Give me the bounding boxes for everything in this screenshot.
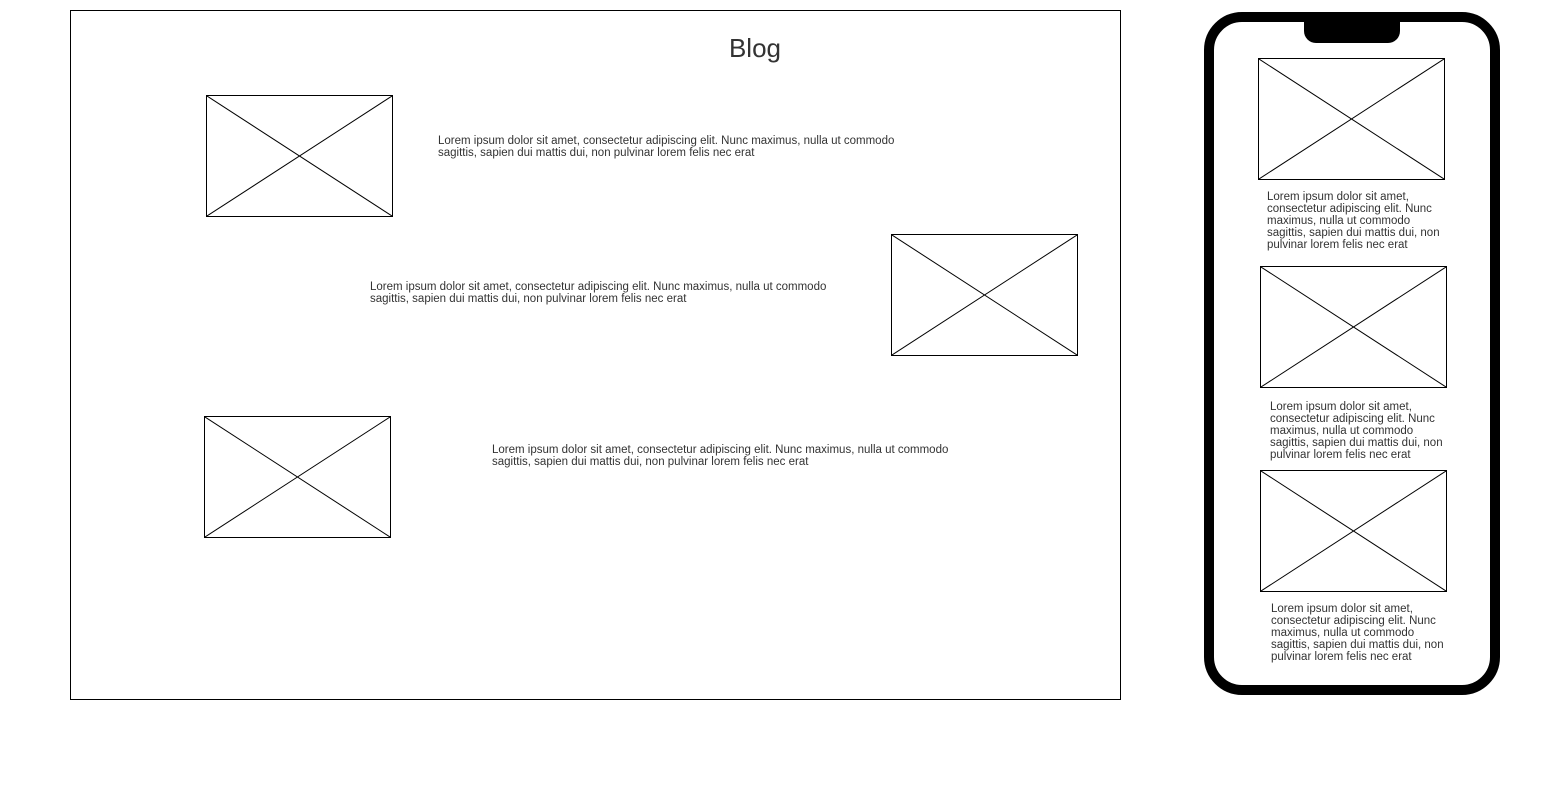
image-placeholder-icon xyxy=(207,96,392,216)
desktop-post-3-text: Lorem ipsum dolor sit amet, consectetur … xyxy=(492,444,949,468)
image-placeholder-icon xyxy=(1259,59,1444,179)
image-placeholder-icon xyxy=(892,235,1077,355)
page-title: Blog xyxy=(728,33,782,63)
mobile-post-2-image-placeholder xyxy=(1260,266,1447,388)
image-placeholder-icon xyxy=(205,417,390,537)
image-placeholder-icon xyxy=(1261,471,1446,591)
mobile-post-1-image-placeholder xyxy=(1258,58,1445,180)
desktop-post-1-text: Lorem ipsum dolor sit amet, consectetur … xyxy=(438,135,895,159)
desktop-post-2-image-placeholder xyxy=(891,234,1078,356)
desktop-post-3-image-placeholder xyxy=(204,416,391,538)
phone-notch xyxy=(1304,12,1400,43)
desktop-post-1-image-placeholder xyxy=(206,95,393,217)
mobile-post-1-text: Lorem ipsum dolor sit amet, consectetur … xyxy=(1267,191,1440,251)
mobile-post-3-image-placeholder xyxy=(1260,470,1447,592)
mobile-post-2-text: Lorem ipsum dolor sit amet, consectetur … xyxy=(1270,401,1443,461)
image-placeholder-icon xyxy=(1261,267,1446,387)
desktop-post-2-text: Lorem ipsum dolor sit amet, consectetur … xyxy=(370,281,827,305)
mobile-post-3-text: Lorem ipsum dolor sit amet, consectetur … xyxy=(1271,603,1444,663)
